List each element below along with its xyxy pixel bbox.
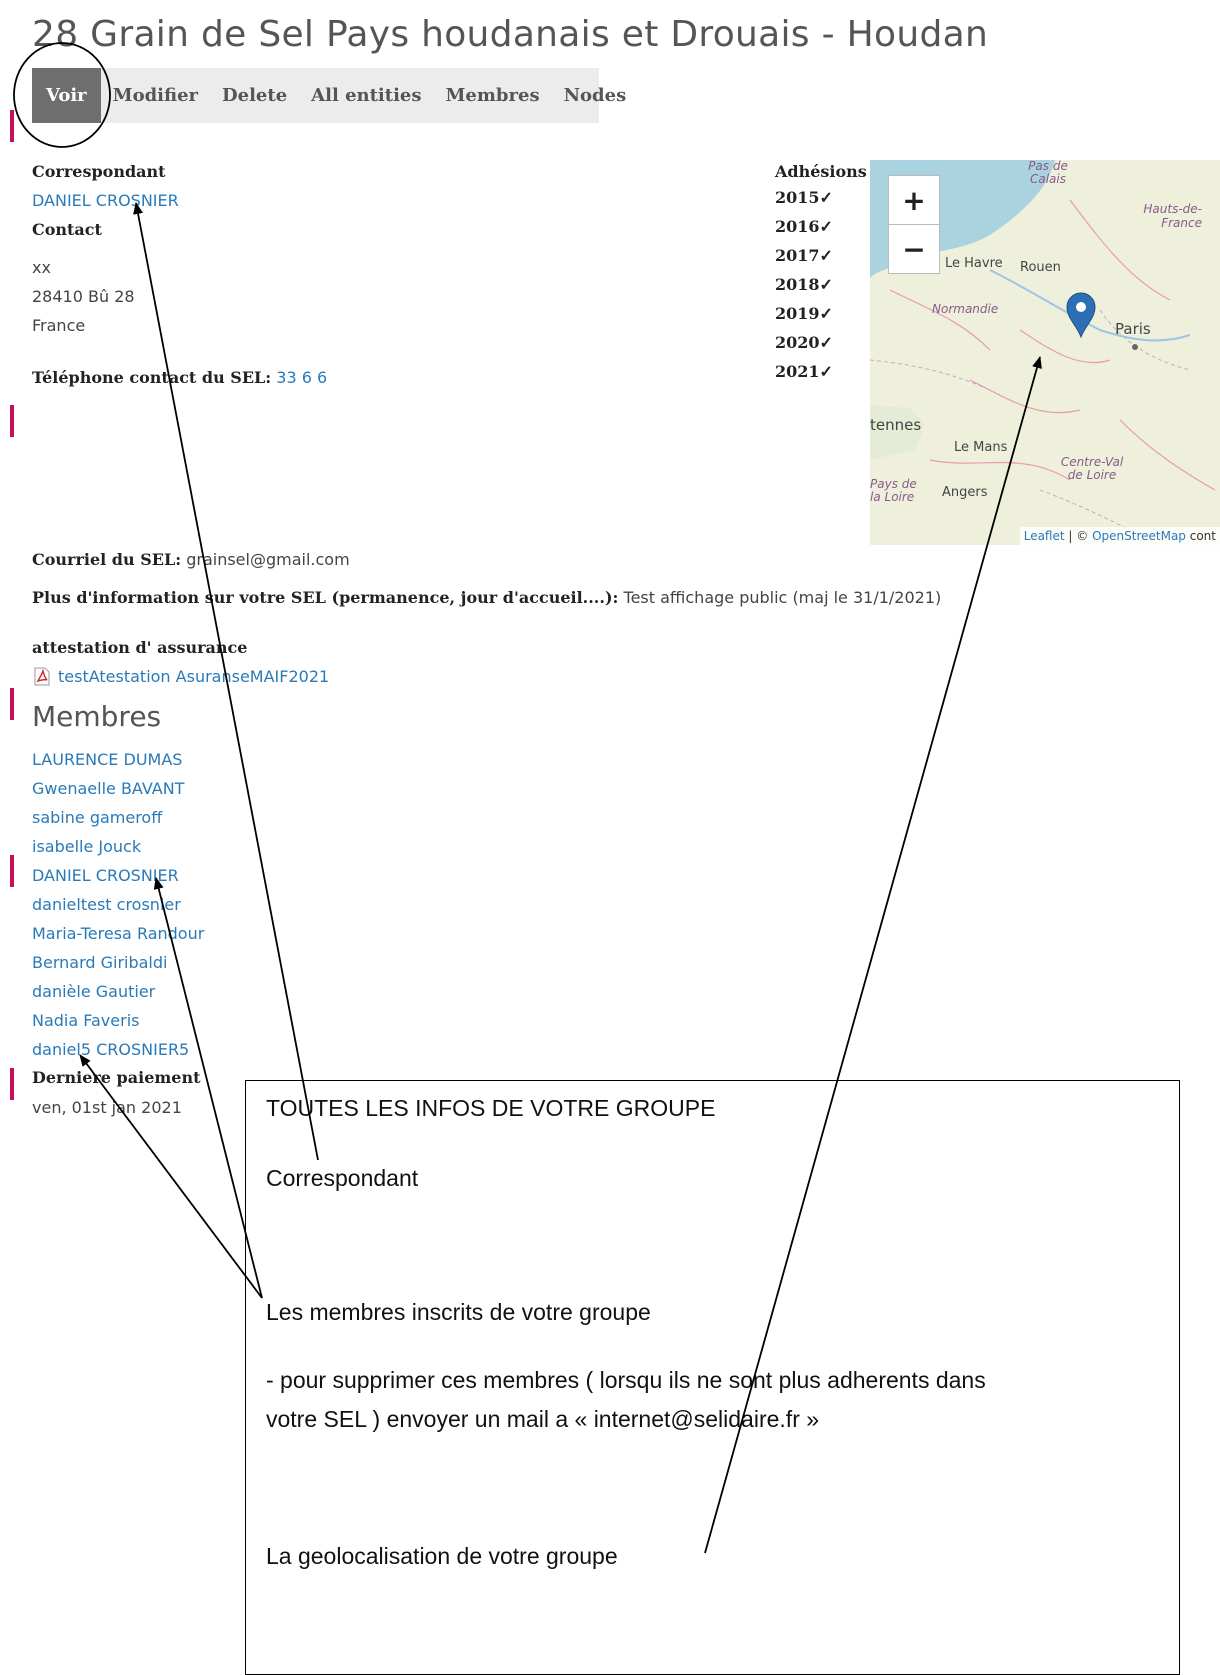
tab-bar: Voir Modifier Delete All entities Membre…: [32, 68, 626, 123]
contact-line: France: [32, 316, 86, 335]
member-link[interactable]: Gwenaelle BAVANT: [32, 777, 204, 806]
attribution-rest: cont: [1185, 529, 1216, 543]
attestation-label: attestation d' assurance: [32, 638, 248, 657]
side-accent-bar: [10, 688, 14, 720]
location-map[interactable]: + − Pas de Calais Hauts-de-France Le Hav…: [870, 160, 1220, 545]
derniere-paiement-value: ven, 01st jan 2021: [32, 1098, 182, 1117]
annotation-box: TOUTES LES INFOS DE VOTRE GROUPE Corresp…: [245, 1080, 1180, 1675]
annotation-supprimer-line2: votre SEL ) envoyer un mail a « internet…: [266, 1406, 820, 1432]
adhesion-year: 2020✓: [775, 333, 833, 352]
membres-heading: Membres: [32, 700, 162, 733]
plus-info-row: Plus d'information sur votre SEL (perman…: [32, 588, 941, 607]
attestation-file-link[interactable]: testAtestation AsuranseMAIF2021: [58, 667, 329, 686]
adhesion-year: 2017✓: [775, 246, 833, 265]
map-label-rouen: Rouen: [1020, 260, 1061, 275]
zoom-out-button[interactable]: −: [888, 224, 940, 274]
annotation-supprimer-line1: - pour supprimer ces membres ( lorsqu il…: [266, 1367, 986, 1393]
adhesion-year: 2015✓: [775, 188, 833, 207]
adhesion-year: 2016✓: [775, 217, 833, 236]
leaflet-link[interactable]: Leaflet: [1024, 529, 1065, 543]
adhesion-year: 2021✓: [775, 362, 833, 381]
adhesions-years-list: 2015✓ 2016✓ 2017✓ 2018✓ 2019✓ 2020✓ 2021…: [775, 187, 833, 390]
correspondant-label: Correspondant: [32, 162, 166, 181]
attribution-separator: | ©: [1064, 529, 1093, 543]
telephone-label: Téléphone contact du SEL:: [32, 368, 272, 387]
member-link[interactable]: LAURENCE DUMAS: [32, 748, 204, 777]
annotation-membres: Les membres inscrits de votre groupe: [266, 1299, 651, 1325]
map-label-le-havre: Le Havre: [945, 256, 1003, 271]
adhesion-year: 2019✓: [775, 304, 833, 323]
side-accent-bar: [10, 110, 14, 142]
member-link[interactable]: daniel5 CROSNIER5: [32, 1038, 204, 1067]
contact-line: xx: [32, 258, 51, 277]
courriel-value: grainsel@gmail.com: [186, 550, 350, 569]
courriel-label: Courriel du SEL:: [32, 550, 182, 569]
member-link[interactable]: sabine gameroff: [32, 806, 204, 835]
member-link[interactable]: DANIEL CROSNIER: [32, 864, 204, 893]
attestation-file[interactable]: testAtestation AsuranseMAIF2021: [34, 667, 329, 686]
map-label-paris: Paris: [1115, 320, 1151, 338]
member-link[interactable]: danièle Gautier: [32, 980, 204, 1009]
pdf-file-icon: [34, 667, 50, 686]
member-link[interactable]: isabelle Jouck: [32, 835, 204, 864]
side-accent-bar: [10, 855, 14, 887]
annotation-geoloc: La geolocalisation de votre groupe: [266, 1543, 618, 1569]
plus-info-label: Plus d'information sur votre SEL (perman…: [32, 588, 619, 607]
member-link[interactable]: Nadia Faveris: [32, 1009, 204, 1038]
map-label-centre-val-de-loire: Centre-Val de Loire: [1060, 455, 1124, 482]
contact-line: 28410 Bû 28: [32, 287, 135, 306]
member-link[interactable]: Maria-Teresa Randour: [32, 922, 204, 951]
tab-all-entities[interactable]: All entities: [299, 68, 433, 123]
map-label-pays-de-la-loire: Pays de la Loire: [870, 477, 917, 504]
map-label-le-mans: Le Mans: [954, 440, 1008, 455]
side-accent-bar: [10, 405, 14, 437]
member-link[interactable]: danieltest crosnier: [32, 893, 204, 922]
map-attribution: Leaflet | © OpenStreetMap cont: [1019, 527, 1220, 545]
tab-membres[interactable]: Membres: [434, 68, 552, 123]
arrow-membres-2: [79, 1054, 263, 1299]
tab-delete[interactable]: Delete: [210, 68, 299, 123]
annotation-title: TOUTES LES INFOS DE VOTRE GROUPE: [266, 1095, 716, 1121]
map-label-normandie: Normandie: [932, 302, 999, 316]
members-list: LAURENCE DUMAS Gwenaelle BAVANT sabine g…: [32, 748, 204, 1067]
tab-modifier[interactable]: Modifier: [101, 68, 210, 123]
telephone-link[interactable]: 33 6 6: [276, 368, 327, 387]
tab-nodes[interactable]: Nodes: [552, 68, 639, 123]
adhesions-label: Adhésions: [775, 162, 867, 181]
member-link[interactable]: Bernard Giribaldi: [32, 951, 204, 980]
plus-info-value: Test affichage public (maj le 31/1/2021): [623, 588, 942, 607]
derniere-paiement-label: Derniere paiement: [32, 1068, 201, 1087]
tab-voir[interactable]: Voir: [32, 68, 101, 123]
side-accent-bar: [10, 1068, 14, 1100]
telephone-row: Téléphone contact du SEL: 33 6 6: [32, 368, 327, 387]
map-label-rennes: tennes: [870, 416, 922, 434]
map-label-hauts-de-france: Hauts-de-France: [1143, 202, 1202, 230]
contact-label: Contact: [32, 220, 102, 239]
map-label-pas-de-calais: Pas de Calais: [1028, 160, 1068, 186]
courriel-row: Courriel du SEL: grainsel@gmail.com: [32, 550, 350, 569]
page-title: 28 Grain de Sel Pays houdanais et Drouai…: [32, 14, 989, 55]
map-label-angers: Angers: [942, 485, 988, 500]
correspondant-link[interactable]: DANIEL CROSNIER: [32, 191, 179, 210]
adhesion-year: 2018✓: [775, 275, 833, 294]
annotation-correspondant: Correspondant: [266, 1165, 419, 1191]
zoom-in-button[interactable]: +: [888, 175, 940, 225]
osm-link[interactable]: OpenStreetMap: [1092, 529, 1186, 543]
map-marker-icon[interactable]: [1066, 292, 1096, 338]
